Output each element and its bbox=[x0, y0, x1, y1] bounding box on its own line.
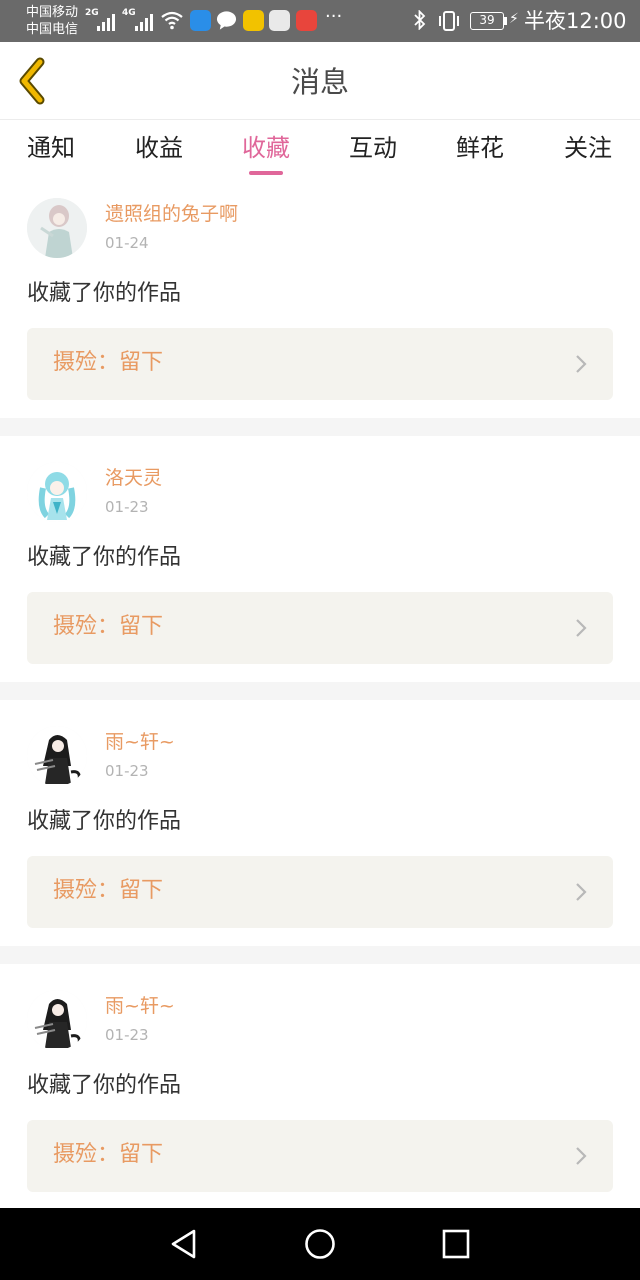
vibrate-icon bbox=[439, 11, 459, 31]
tab-following[interactable]: 关注 bbox=[543, 132, 633, 164]
work-title: 摄殓：留下 bbox=[53, 1142, 164, 1167]
avatar[interactable] bbox=[27, 990, 87, 1050]
network-type-2: 4G bbox=[122, 8, 136, 18]
chevron-right-icon bbox=[576, 355, 587, 373]
bluetooth-icon bbox=[414, 10, 426, 30]
tab-flowers[interactable]: 鲜花 bbox=[435, 132, 525, 164]
chevron-right-icon bbox=[576, 619, 587, 637]
tab-earnings[interactable]: 收益 bbox=[114, 132, 204, 164]
wifi-icon bbox=[161, 11, 183, 30]
divider bbox=[0, 418, 640, 436]
message-date: 01-23 bbox=[105, 498, 149, 516]
tab-favorites[interactable]: 收藏 bbox=[221, 132, 311, 164]
avatar-image bbox=[27, 990, 87, 1050]
message-action: 收藏了你的作品 bbox=[27, 809, 182, 834]
work-link[interactable]: 摄殓：留下 bbox=[27, 856, 613, 928]
signal-bars-1-icon bbox=[97, 11, 115, 31]
carrier-labels: 中国移动 中国电信 bbox=[26, 4, 78, 38]
avatar[interactable] bbox=[27, 462, 87, 522]
message-action: 收藏了你的作品 bbox=[27, 281, 182, 306]
weibo-icon bbox=[296, 10, 317, 31]
battery-level: 39 bbox=[470, 12, 504, 30]
navigation-bar bbox=[0, 1208, 640, 1280]
message-card: 洛天灵 01-23 收藏了你的作品 摄殓：留下 bbox=[0, 446, 640, 674]
divider bbox=[0, 682, 640, 700]
divider bbox=[0, 946, 640, 964]
username[interactable]: 洛天灵 bbox=[105, 466, 162, 490]
avatar[interactable] bbox=[27, 726, 87, 786]
avatar-image bbox=[27, 198, 87, 258]
username[interactable]: 遗照组的兔子啊 bbox=[105, 202, 238, 226]
avatar[interactable] bbox=[27, 198, 87, 258]
work-link[interactable]: 摄殓：留下 bbox=[27, 1120, 613, 1192]
work-link[interactable]: 摄殓：留下 bbox=[27, 328, 613, 400]
header: 消息 bbox=[0, 42, 640, 120]
page-title: 消息 bbox=[290, 65, 349, 99]
tab-bar: 通知 收益 收藏 互动 鲜花 关注 bbox=[0, 121, 640, 181]
active-tab-indicator bbox=[249, 171, 283, 175]
chat-bubble-icon bbox=[216, 11, 237, 30]
message-date: 01-24 bbox=[105, 234, 149, 252]
message-card: 雨~轩~ 01-23 收藏了你的作品 摄殓：留下 bbox=[0, 974, 640, 1202]
app-notification-icon bbox=[269, 10, 290, 31]
carrier-2: 中国电信 bbox=[26, 22, 79, 37]
nav-back-icon[interactable] bbox=[164, 1226, 204, 1262]
app-notification-icon bbox=[190, 10, 211, 31]
avatar-image bbox=[27, 462, 87, 522]
message-action: 收藏了你的作品 bbox=[27, 545, 182, 570]
clock: 半夜12:00 bbox=[524, 9, 627, 33]
signal-bars-2-icon bbox=[135, 11, 153, 31]
chevron-right-icon bbox=[576, 1147, 587, 1165]
message-action: 收藏了你的作品 bbox=[27, 1073, 182, 1098]
chevron-right-icon bbox=[576, 883, 587, 901]
message-date: 01-23 bbox=[105, 762, 149, 780]
work-title: 摄殓：留下 bbox=[53, 878, 164, 903]
message-date: 01-23 bbox=[105, 1026, 149, 1044]
carrier-1: 中国移动 bbox=[26, 5, 79, 20]
work-title: 摄殓：留下 bbox=[53, 350, 164, 375]
nav-recents-icon[interactable] bbox=[436, 1226, 476, 1262]
tab-notifications[interactable]: 通知 bbox=[6, 132, 96, 164]
username[interactable]: 雨~轩~ bbox=[105, 730, 175, 754]
message-card: 遗照组的兔子啊 01-24 收藏了你的作品 摄殓：留下 bbox=[0, 182, 640, 410]
avatar-image bbox=[27, 726, 87, 786]
username[interactable]: 雨~轩~ bbox=[105, 994, 175, 1018]
message-card: 雨~轩~ 01-23 收藏了你的作品 摄殓：留下 bbox=[0, 710, 640, 938]
status-bar: 中国移动 中国电信 2G 4G ··· 39 ⚡ 半夜12:00 bbox=[0, 0, 640, 42]
app-notification-icon bbox=[243, 10, 264, 31]
nav-home-icon[interactable] bbox=[300, 1226, 340, 1262]
work-link[interactable]: 摄殓：留下 bbox=[27, 592, 613, 664]
charging-icon: ⚡ bbox=[509, 11, 519, 27]
battery-tip bbox=[504, 17, 507, 25]
tab-interactions[interactable]: 互动 bbox=[328, 132, 418, 164]
work-title: 摄殓：留下 bbox=[53, 614, 164, 639]
more-notifications-icon: ··· bbox=[325, 6, 343, 27]
